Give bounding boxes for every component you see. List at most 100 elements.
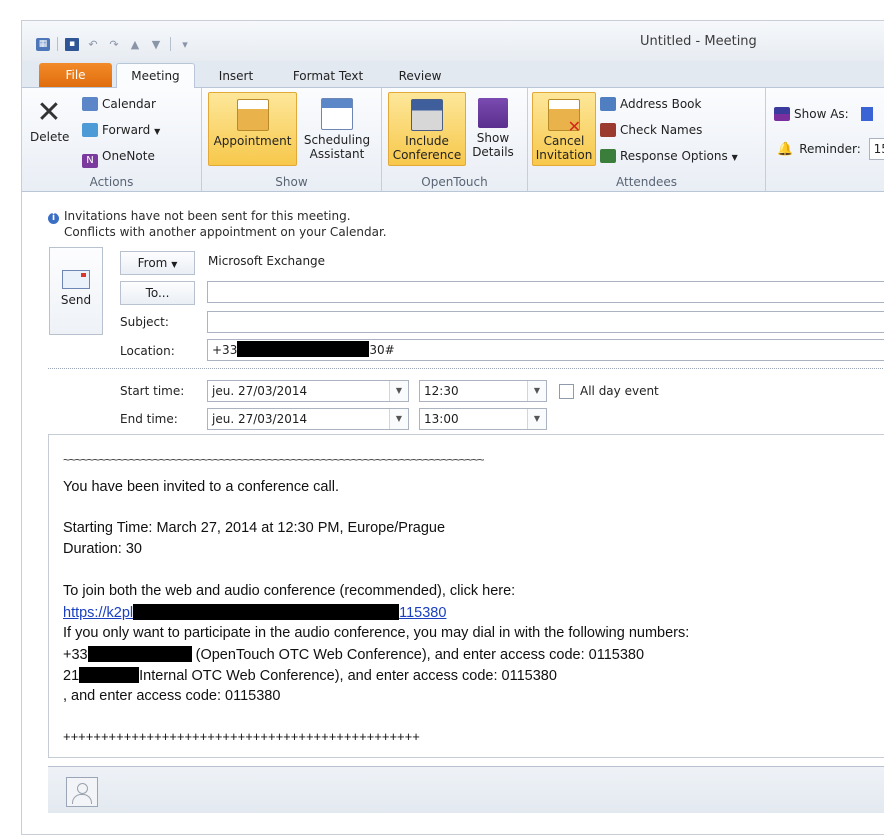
show-as-control[interactable]: Show As: bbox=[774, 104, 873, 124]
location-field[interactable]: +33 30# bbox=[207, 339, 884, 361]
window-title: Untitled - Meeting bbox=[640, 34, 757, 49]
reminder-value[interactable]: 15 bbox=[868, 138, 884, 160]
check-names-label: Check Names bbox=[620, 123, 703, 137]
to-button[interactable]: To... bbox=[120, 281, 195, 305]
end-time-label: End time: bbox=[120, 412, 178, 426]
body-duration: Duration: 30 bbox=[63, 541, 142, 557]
chevron-down-icon: ▼ bbox=[731, 153, 738, 162]
avatar-head bbox=[77, 783, 88, 794]
tab-file[interactable]: File bbox=[39, 63, 112, 87]
group-label-opentouch: OpenTouch bbox=[421, 175, 488, 189]
address-book-button[interactable]: Address Book bbox=[600, 94, 701, 114]
check-names-icon bbox=[600, 123, 616, 137]
group-actions: ✕ Delete Calendar Forward ▼ N OneNote Act… bbox=[22, 88, 202, 191]
subject-field[interactable] bbox=[207, 311, 884, 333]
group-label-actions: Actions bbox=[89, 175, 134, 189]
include-conference-icon bbox=[411, 99, 443, 131]
end-date-value: jeu. 27/03/2014 bbox=[212, 412, 308, 426]
cancel-label-2: Invitation bbox=[535, 148, 593, 162]
cancel-invitation-button[interactable]: ✕ Cancel Invitation bbox=[532, 92, 596, 166]
include-label-2: Conference bbox=[392, 148, 462, 162]
message-body[interactable]: ~~~~~~~~~~~~~~~~~~~~~~~~~~~~~~~~~~~~~~~~… bbox=[48, 434, 884, 758]
delete-button[interactable]: ✕ Delete bbox=[30, 92, 69, 162]
redaction-block bbox=[87, 646, 192, 662]
avatar-shoulders bbox=[72, 794, 92, 804]
to-field[interactable] bbox=[207, 281, 884, 303]
chevron-down-icon[interactable]: ▼ bbox=[527, 381, 546, 401]
include-conference-button[interactable]: Include Conference bbox=[388, 92, 466, 166]
up-arrow-icon[interactable]: ▲ bbox=[128, 38, 142, 51]
show-details-label-1: Show bbox=[476, 131, 510, 145]
cancel-invitation-icon: ✕ bbox=[548, 99, 581, 135]
calendar-button[interactable]: Calendar bbox=[82, 94, 156, 114]
end-date-combo[interactable]: jeu. 27/03/2014 ▼ bbox=[207, 408, 409, 430]
separator-dotted bbox=[48, 368, 884, 369]
group-opentouch: Include Conference Show Details OpenTouc… bbox=[382, 88, 528, 191]
dial1-rest: (OpenTouch OTC Web Conference), and ente… bbox=[191, 647, 645, 663]
end-time-combo[interactable]: 13:00 ▼ bbox=[419, 408, 547, 430]
forward-label: Forward bbox=[102, 123, 151, 137]
tab-insert[interactable]: Insert bbox=[204, 65, 268, 87]
chevron-down-icon[interactable]: ▼ bbox=[527, 409, 546, 429]
link-prefix[interactable]: https://k2pl bbox=[63, 605, 133, 621]
dial-line-2: 21 Internal OTC Web Conference), and ente… bbox=[63, 667, 557, 684]
info-line-2: Conflicts with another appointment on yo… bbox=[64, 225, 387, 239]
reminder-control[interactable]: 🔔 Reminder: 15 bbox=[777, 138, 884, 160]
location-label: Location: bbox=[120, 344, 175, 358]
tab-format-text[interactable]: Format Text bbox=[280, 65, 376, 87]
all-day-checkbox[interactable] bbox=[559, 384, 574, 399]
save-icon[interactable]: ▪ bbox=[65, 37, 79, 51]
dial-line-1: +33 (OpenTouch OTC Web Conference), and … bbox=[63, 646, 644, 663]
chevron-down-icon[interactable]: ▼ bbox=[389, 409, 408, 429]
qat-separator bbox=[170, 37, 171, 51]
customize-qat-icon[interactable]: ▾ bbox=[178, 38, 192, 51]
response-options-button[interactable]: Response Options ▼ bbox=[600, 146, 738, 166]
cancel-label-1: Cancel bbox=[543, 134, 585, 148]
appointment-button[interactable]: Appointment bbox=[208, 92, 297, 166]
show-as-label: Show As: bbox=[794, 107, 849, 121]
avatar-placeholder-icon[interactable] bbox=[66, 777, 98, 807]
redo-icon[interactable]: ↷ bbox=[107, 38, 121, 51]
calendar-app-icon[interactable]: ▦ bbox=[36, 37, 50, 51]
start-time-combo[interactable]: 12:30 ▼ bbox=[419, 380, 547, 402]
down-arrow-icon[interactable]: ▼ bbox=[149, 38, 163, 51]
undo-icon[interactable]: ↶ bbox=[86, 38, 100, 51]
send-label: Send bbox=[60, 293, 92, 307]
dial1-prefix: +33 bbox=[63, 647, 88, 663]
show-details-label-2: Details bbox=[472, 145, 514, 159]
tab-meeting[interactable]: Meeting bbox=[116, 63, 195, 89]
dial2-prefix: 21 bbox=[63, 668, 80, 684]
send-button[interactable]: Send bbox=[49, 247, 103, 335]
delete-x-icon: ✕ bbox=[36, 95, 62, 130]
onenote-button[interactable]: N OneNote bbox=[82, 146, 155, 168]
link-suffix[interactable]: 115380 bbox=[399, 605, 446, 621]
group-attendees: ✕ Cancel Invitation Address Book Check N… bbox=[528, 88, 766, 191]
start-date-combo[interactable]: jeu. 27/03/2014 ▼ bbox=[207, 380, 409, 402]
body-join-text: To join both the web and audio conferenc… bbox=[63, 583, 516, 599]
from-value: Microsoft Exchange bbox=[208, 254, 326, 268]
tab-review[interactable]: Review bbox=[388, 65, 452, 87]
ribbon: ✕ Delete Calendar Forward ▼ N OneNote Act… bbox=[22, 88, 884, 192]
forward-button[interactable]: Forward ▼ bbox=[82, 120, 160, 140]
scheduling-icon bbox=[321, 98, 353, 130]
reminder-label: Reminder: bbox=[799, 142, 861, 156]
from-label: From bbox=[137, 256, 168, 270]
location-prefix: +33 bbox=[212, 343, 238, 357]
start-date-value: jeu. 27/03/2014 bbox=[212, 384, 308, 398]
start-time-label: Start time: bbox=[120, 384, 185, 398]
show-details-icon bbox=[478, 98, 508, 128]
conference-link[interactable]: https://k2pl 115380 bbox=[63, 604, 446, 621]
qat-separator bbox=[57, 37, 58, 51]
scheduling-assistant-button[interactable]: Scheduling Assistant bbox=[299, 92, 375, 164]
chevron-down-icon: ▼ bbox=[171, 260, 178, 269]
body-audio-only: If you only want to participate in the a… bbox=[63, 625, 690, 641]
scheduling-label-2: Assistant bbox=[309, 147, 365, 161]
end-time-value: 13:00 bbox=[424, 412, 459, 426]
chevron-down-icon[interactable]: ▼ bbox=[389, 381, 408, 401]
onenote-label: OneNote bbox=[102, 149, 155, 163]
check-names-button[interactable]: Check Names bbox=[600, 120, 702, 140]
show-details-button[interactable]: Show Details bbox=[468, 92, 518, 164]
group-label-show: Show bbox=[275, 175, 308, 189]
appointment-label: Appointment bbox=[213, 134, 292, 148]
from-button[interactable]: From ▼ bbox=[120, 251, 195, 275]
